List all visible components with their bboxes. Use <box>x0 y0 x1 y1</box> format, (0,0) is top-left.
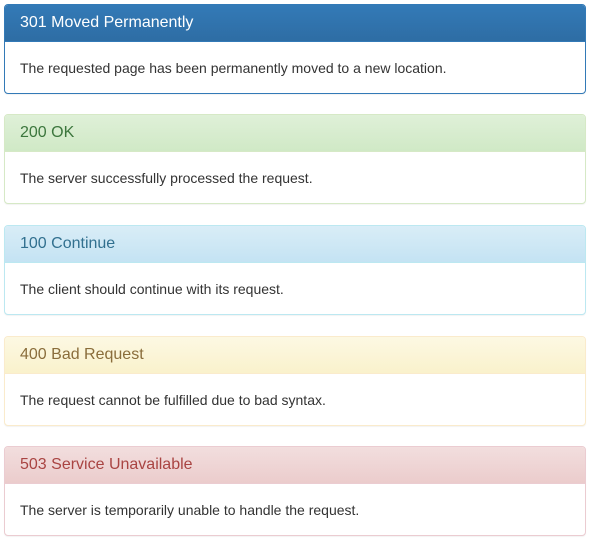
panel-title: 503 Service Unavailable <box>20 456 193 473</box>
panel-heading: 301 Moved Permanently <box>5 5 585 42</box>
panel-body: The server successfully processed the re… <box>5 152 585 203</box>
panel-body-text: The requested page has been permanently … <box>20 59 447 76</box>
panel-body-text: The server is temporarily unable to hand… <box>20 501 360 518</box>
panel-title: 100 Continue <box>20 235 116 252</box>
panel-body-text: The request cannot be fulfilled due to b… <box>20 391 326 408</box>
panel-body-text: The server successfully processed the re… <box>20 169 313 186</box>
panel-body: The client should continue with its requ… <box>5 263 585 314</box>
panel-400-bad-request: 400 Bad Request The request cannot be fu… <box>4 336 586 426</box>
panel-body: The requested page has been permanently … <box>5 42 585 93</box>
panel-heading: 200 OK <box>5 115 585 152</box>
panel-title: 400 Bad Request <box>20 346 144 363</box>
panels-container: 301 Moved Permanently The requested page… <box>0 0 590 539</box>
panel-503-service-unavailable: 503 Service Unavailable The server is te… <box>4 446 586 536</box>
panel-200-ok: 200 OK The server successfully processed… <box>4 114 586 204</box>
panel-body-text: The client should continue with its requ… <box>20 280 284 297</box>
panel-heading: 400 Bad Request <box>5 337 585 374</box>
panel-100-continue: 100 Continue The client should continue … <box>4 225 586 315</box>
panel-title: 301 Moved Permanently <box>20 14 194 31</box>
panel-heading: 503 Service Unavailable <box>5 447 585 484</box>
panel-title: 200 OK <box>20 124 75 141</box>
panel-body: The server is temporarily unable to hand… <box>5 484 585 535</box>
panel-heading: 100 Continue <box>5 226 585 263</box>
panel-301-moved-permanently: 301 Moved Permanently The requested page… <box>4 4 586 94</box>
panel-body: The request cannot be fulfilled due to b… <box>5 374 585 425</box>
